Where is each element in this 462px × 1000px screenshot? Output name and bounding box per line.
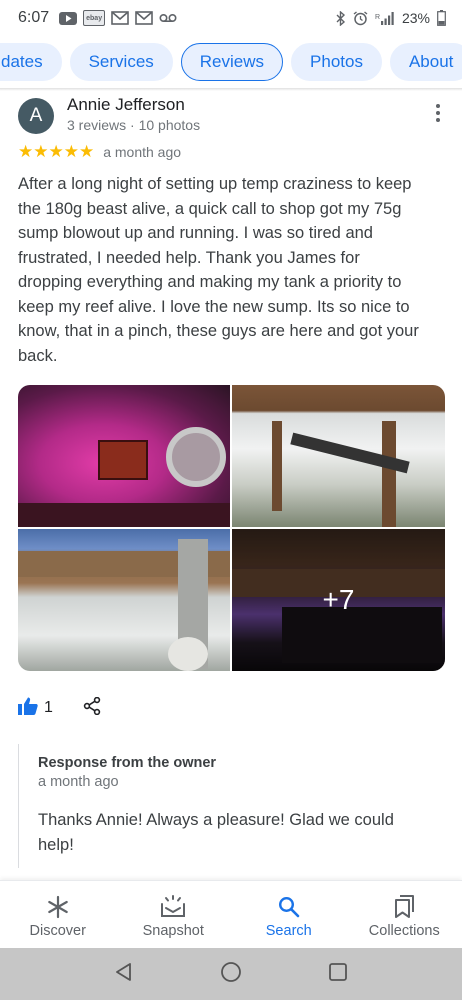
reviewer-row: A Annie Jefferson 3 reviews · 10 photos bbox=[18, 94, 446, 134]
home-button[interactable] bbox=[211, 954, 251, 994]
status-left: 6:07 ebay bbox=[18, 9, 177, 27]
svg-text:R: R bbox=[375, 14, 380, 21]
back-triangle-icon bbox=[114, 962, 134, 987]
gmail-icon bbox=[111, 10, 129, 26]
recents-button[interactable] bbox=[318, 954, 358, 994]
tab-reviews[interactable]: Reviews bbox=[180, 43, 284, 81]
nav-collections[interactable]: Collections bbox=[347, 881, 462, 948]
tab-updates[interactable]: dates bbox=[0, 43, 62, 81]
nav-discover[interactable]: Discover bbox=[0, 881, 116, 948]
tab-divider bbox=[0, 88, 462, 91]
status-bar: 6:07 ebay R 23% bbox=[0, 0, 462, 36]
review-photo-2[interactable] bbox=[232, 385, 445, 527]
ebay-icon: ebay bbox=[83, 10, 106, 26]
asterisk-icon bbox=[46, 894, 70, 920]
review-photo-3[interactable] bbox=[18, 529, 230, 671]
like-count: 1 bbox=[44, 699, 53, 716]
bookmark-icon bbox=[393, 894, 415, 920]
battery-icon bbox=[437, 10, 446, 26]
nav-collections-label: Collections bbox=[368, 923, 440, 939]
share-icon bbox=[83, 696, 101, 720]
thumbs-up-icon bbox=[18, 697, 38, 720]
review-photos: +7 bbox=[18, 385, 445, 671]
home-circle-icon bbox=[220, 961, 242, 988]
nav-snapshot[interactable]: Snapshot bbox=[116, 881, 232, 948]
signal-icon: R bbox=[375, 10, 395, 26]
review-photo-4[interactable]: +7 bbox=[232, 529, 445, 671]
avatar[interactable]: A bbox=[18, 98, 54, 134]
back-button[interactable] bbox=[104, 954, 144, 994]
star-rating: ★★★★★ bbox=[18, 142, 95, 161]
owner-response-title: Response from the owner bbox=[38, 755, 217, 771]
tab-services[interactable]: Services bbox=[69, 43, 173, 81]
tab-about[interactable]: About bbox=[389, 43, 462, 81]
review-photo-1[interactable] bbox=[18, 385, 230, 527]
gmail-icon-2 bbox=[135, 10, 153, 26]
search-icon bbox=[278, 894, 300, 920]
like-button[interactable]: 1 bbox=[18, 697, 53, 720]
review-actions: 1 bbox=[18, 696, 101, 720]
review-card: A Annie Jefferson 3 reviews · 10 photos … bbox=[18, 94, 446, 368]
owner-response-date: a month ago bbox=[38, 774, 119, 790]
bluetooth-icon bbox=[336, 10, 346, 26]
share-button[interactable] bbox=[83, 696, 101, 720]
nav-search[interactable]: Search bbox=[231, 881, 347, 948]
snapshot-icon bbox=[160, 894, 186, 920]
tab-photos[interactable]: Photos bbox=[291, 43, 382, 81]
system-navigation-bar bbox=[0, 948, 462, 1000]
voicemail-icon bbox=[159, 10, 177, 26]
rating-row: ★★★★★ a month ago bbox=[18, 142, 446, 162]
nav-discover-label: Discover bbox=[29, 923, 86, 939]
owner-response-text: Thanks Annie! Always a pleasure! Glad we… bbox=[38, 811, 394, 854]
more-photos-count[interactable]: +7 bbox=[232, 529, 445, 671]
reviewer-name[interactable]: Annie Jefferson bbox=[67, 94, 200, 116]
battery-percent: 23% bbox=[401, 10, 430, 26]
review-date: a month ago bbox=[103, 144, 182, 160]
status-time: 6:07 bbox=[18, 9, 50, 26]
alarm-icon bbox=[353, 10, 368, 26]
more-options-icon[interactable] bbox=[434, 104, 442, 122]
review-text: After a long night of setting up temp cr… bbox=[18, 175, 419, 365]
reviewer-info: Annie Jefferson 3 reviews · 10 photos bbox=[67, 94, 200, 134]
bottom-navigation: Discover Snapshot Search Collections bbox=[0, 880, 462, 948]
owner-response: Response from the owner a month ago Than… bbox=[18, 744, 446, 868]
nav-search-label: Search bbox=[265, 923, 312, 939]
status-right: R 23% bbox=[336, 10, 446, 26]
recents-square-icon bbox=[328, 962, 348, 987]
youtube-icon bbox=[59, 10, 78, 26]
reviewer-meta: 3 reviews · 10 photos bbox=[67, 117, 201, 133]
nav-snapshot-label: Snapshot bbox=[142, 923, 204, 939]
place-tabs: dates Services Reviews Photos About bbox=[0, 40, 462, 84]
